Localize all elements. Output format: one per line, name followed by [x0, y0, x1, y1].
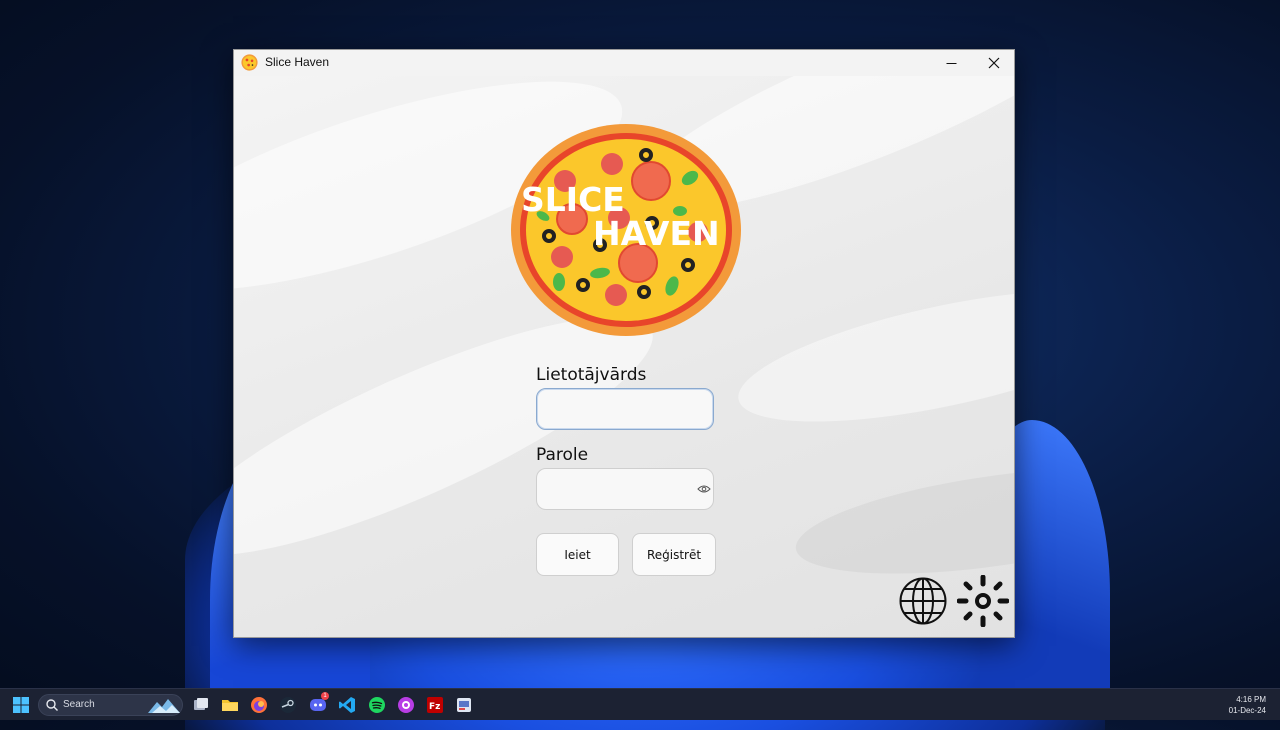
search-highlight-art: [148, 699, 180, 713]
app-icon-2[interactable]: [455, 696, 473, 714]
password-input[interactable]: [536, 468, 714, 510]
search-placeholder: Search: [63, 699, 95, 710]
svg-text:Fz: Fz: [429, 702, 440, 712]
clock-date: 01-Dec-24: [1228, 706, 1266, 715]
register-button[interactable]: Reģistrēt: [632, 533, 716, 576]
sun-icon[interactable]: [957, 575, 1009, 627]
login-button[interactable]: Ieiet: [536, 533, 619, 576]
title-bar[interactable]: Slice Haven: [234, 50, 1014, 76]
steam-icon[interactable]: [279, 696, 297, 714]
username-label: Lietotājvārds: [536, 365, 647, 385]
close-icon: [988, 57, 1000, 69]
file-explorer-icon[interactable]: [221, 696, 239, 714]
login-view: SLICE HAVEN Lietotājvārds Parole Ieiet R…: [234, 76, 1014, 637]
minimize-button[interactable]: [929, 50, 973, 76]
start-icon[interactable]: [12, 696, 30, 714]
pizza-app-icon: [241, 54, 258, 71]
firefox-icon[interactable]: [250, 696, 268, 714]
background-wave: [789, 448, 1014, 594]
show-password-eye-icon[interactable]: [697, 484, 711, 494]
slice-haven-logo: SLICE HAVEN: [511, 124, 741, 336]
taskbar-search[interactable]: Search: [38, 694, 183, 716]
search-icon: [46, 699, 58, 711]
spotify-icon[interactable]: [368, 696, 386, 714]
vscode-icon[interactable]: [338, 696, 356, 714]
background-wave: [728, 263, 1014, 449]
app-window: Slice Haven SLICE HAVEN Lietotājvārds Pa…: [233, 49, 1015, 638]
app-icon[interactable]: [397, 696, 415, 714]
system-clock[interactable]: 4:16 PM 01-Dec-24: [1229, 694, 1266, 716]
globe-icon[interactable]: [898, 576, 948, 626]
close-button[interactable]: [972, 50, 1014, 76]
task-view-icon[interactable]: [192, 696, 210, 714]
logo-text-haven: HAVEN: [593, 214, 720, 253]
username-input[interactable]: [536, 388, 714, 430]
minimize-icon: [946, 62, 956, 64]
taskbar: Search 1 Fz 4:16 PM 01-Dec-24: [0, 688, 1280, 720]
clock-time: 4:16 PM: [1236, 695, 1266, 704]
discord-notification-badge: 1: [321, 692, 329, 700]
filezilla-icon[interactable]: Fz: [426, 696, 444, 714]
password-label: Parole: [536, 445, 589, 465]
window-title: Slice Haven: [265, 55, 330, 69]
